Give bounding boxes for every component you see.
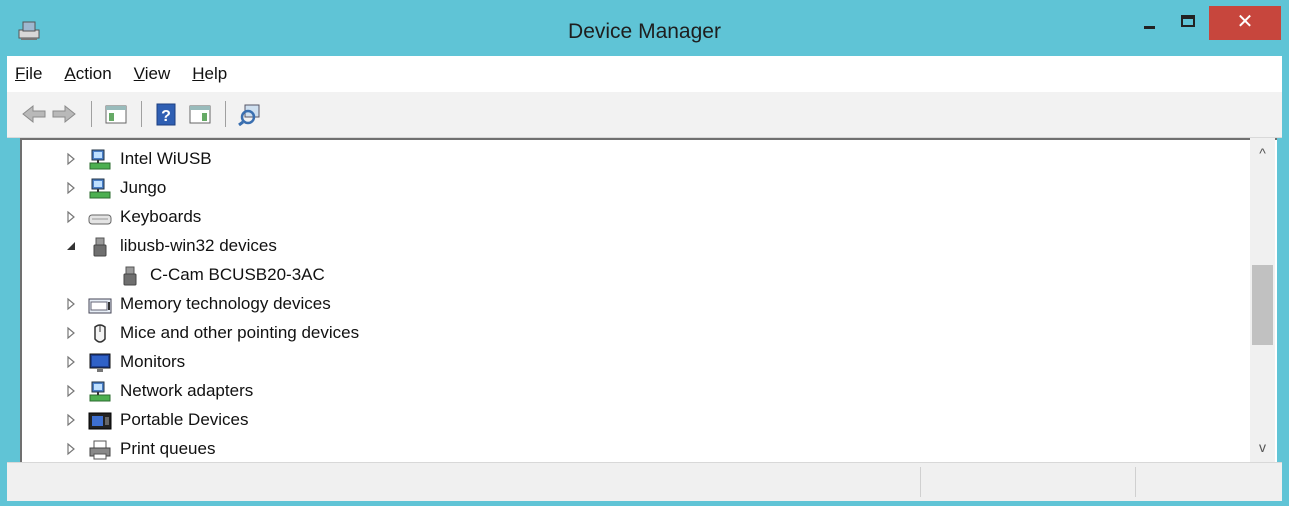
keyboard-icon — [88, 214, 112, 225]
tree-item[interactable]: C-Cam BCUSB20-3AC — [22, 262, 1242, 290]
collapsed-triangle-icon[interactable] — [64, 326, 78, 340]
close-button[interactable]: ✕ — [1209, 6, 1281, 40]
scroll-thumb[interactable] — [1252, 265, 1273, 345]
portable-device-icon — [88, 412, 112, 430]
network-adapter-icon — [89, 381, 111, 402]
menu-bar: File Action View Help — [7, 56, 1282, 93]
memory-device-icon — [88, 298, 112, 314]
tree-item-label: Keyboards — [120, 207, 202, 226]
minimize-button[interactable] — [1135, 5, 1165, 39]
scan-hardware-changes-icon[interactable] — [237, 102, 263, 126]
window-title: Device Manager — [568, 20, 721, 43]
tree-item[interactable]: libusb-win32 devices — [22, 233, 1242, 261]
title-bar[interactable]: Device Manager ✕ — [0, 0, 1289, 56]
usb-plug-icon — [123, 266, 137, 286]
toolbar-separator — [225, 101, 226, 127]
status-bar — [7, 462, 1282, 501]
tree-item-label: C-Cam BCUSB20-3AC — [150, 265, 325, 284]
mouse-icon — [94, 324, 106, 343]
collapsed-triangle-icon[interactable] — [64, 355, 78, 369]
vertical-scrollbar[interactable]: ^ v — [1250, 138, 1275, 462]
forward-arrow-icon[interactable] — [51, 102, 77, 126]
device-manager-window: Device Manager ✕ File Action View Help ?… — [0, 0, 1289, 506]
tree-item-label: Print queues — [120, 439, 216, 458]
monitor-icon — [89, 353, 111, 372]
collapsed-triangle-icon[interactable] — [64, 442, 78, 456]
tree-item-label: libusb-win32 devices — [120, 236, 277, 255]
tree-item-label: Jungo — [120, 178, 167, 197]
usb-plug-icon — [93, 237, 107, 257]
tree-item[interactable]: Monitors — [22, 349, 1242, 377]
tree-item[interactable]: Jungo — [22, 175, 1242, 203]
tree-item-label: Portable Devices — [120, 410, 249, 429]
device-tree[interactable]: Intel WiUSB Jungo Keyboards libusb-win32 de… — [20, 138, 1277, 462]
help-icon[interactable]: ? — [153, 102, 179, 126]
menu-action[interactable]: Action — [64, 64, 111, 84]
tree-item[interactable]: Mice and other pointing devices — [22, 320, 1242, 348]
network-adapter-icon — [89, 178, 111, 199]
scroll-down-button[interactable]: v — [1250, 434, 1275, 462]
tree-item[interactable]: Network adapters — [22, 378, 1242, 406]
tree-item-label: Network adapters — [120, 381, 254, 400]
collapsed-triangle-icon[interactable] — [64, 384, 78, 398]
tree-item[interactable]: Portable Devices — [22, 407, 1242, 435]
show-hide-console-tree-icon[interactable] — [103, 102, 129, 126]
collapsed-triangle-icon[interactable] — [64, 152, 78, 166]
scroll-up-button[interactable]: ^ — [1250, 138, 1275, 166]
status-segment — [1135, 467, 1136, 497]
menu-help[interactable]: Help — [192, 64, 227, 84]
tree-item[interactable]: Keyboards — [22, 204, 1242, 232]
tree-item[interactable]: Intel WiUSB — [22, 146, 1242, 174]
menu-view[interactable]: View — [134, 64, 171, 84]
collapsed-triangle-icon[interactable] — [64, 210, 78, 224]
tree-item-label: Memory technology devices — [120, 294, 331, 313]
expanded-triangle-icon[interactable] — [64, 239, 78, 253]
tree-item-label: Monitors — [120, 352, 186, 371]
printer-icon — [89, 440, 111, 460]
collapsed-triangle-icon[interactable] — [64, 297, 78, 311]
tree-item[interactable]: Print queues — [22, 436, 1242, 462]
tree-item-label: Mice and other pointing devices — [120, 323, 360, 342]
close-icon: ✕ — [1236, 11, 1254, 33]
tree-item-label: Intel WiUSB — [120, 149, 212, 168]
toolbar: ? — [7, 92, 1282, 138]
toolbar-separator — [91, 101, 92, 127]
tree-item[interactable]: Memory technology devices — [22, 291, 1242, 319]
network-adapter-icon — [89, 149, 111, 170]
collapsed-triangle-icon[interactable] — [64, 181, 78, 195]
svg-text:?: ? — [161, 108, 171, 125]
back-arrow-icon[interactable] — [21, 102, 47, 126]
menu-file[interactable]: File — [15, 64, 42, 84]
action-pane-icon[interactable] — [187, 102, 213, 126]
status-segment — [920, 467, 921, 497]
toolbar-separator — [141, 101, 142, 127]
maximize-button[interactable] — [1171, 5, 1205, 39]
collapsed-triangle-icon[interactable] — [64, 413, 78, 427]
